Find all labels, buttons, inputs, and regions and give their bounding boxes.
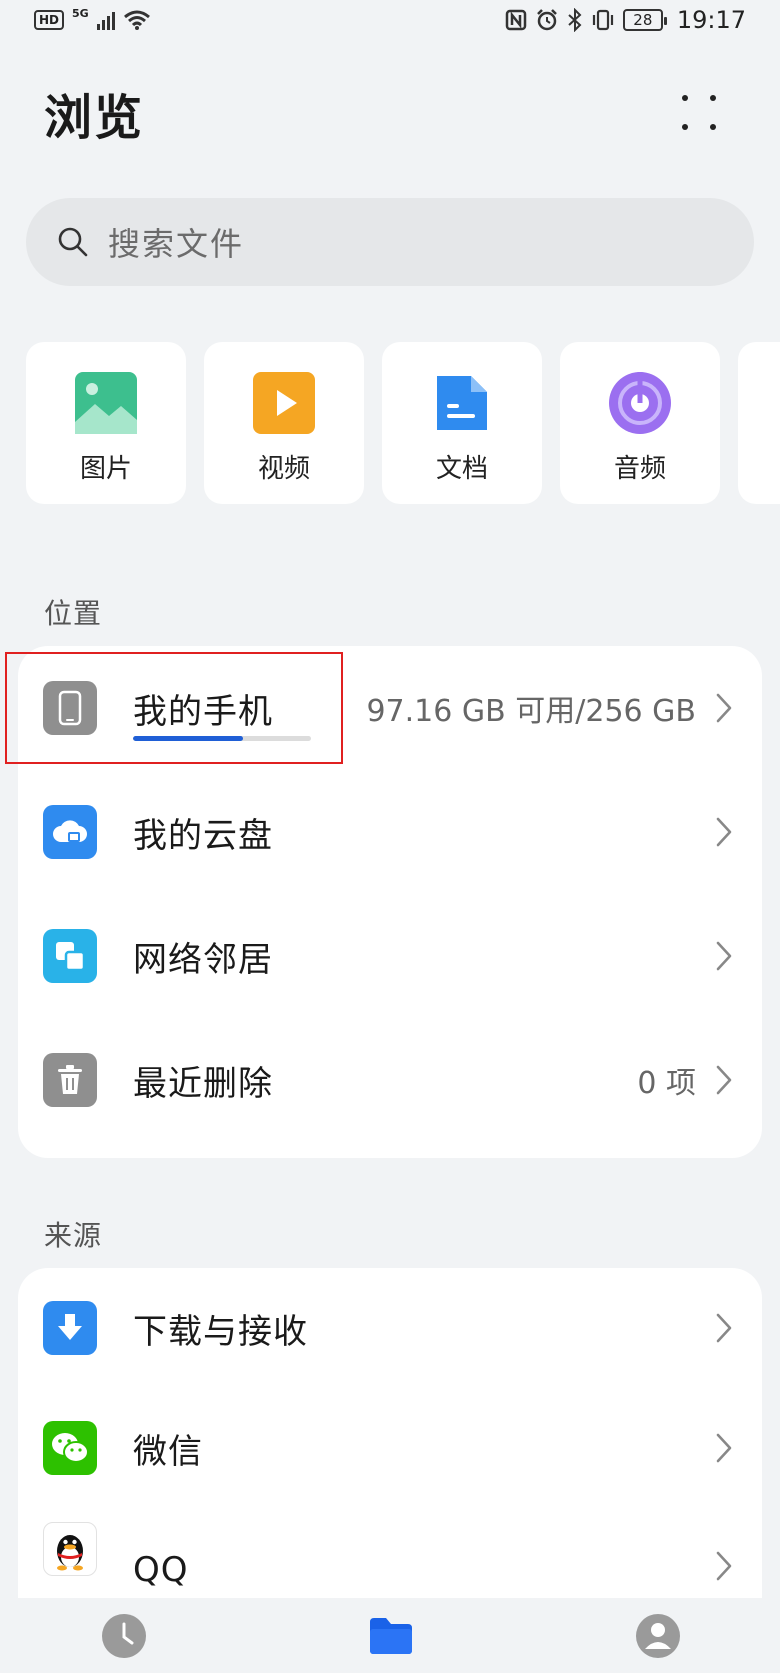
status-right: 28 19:17: [505, 6, 746, 34]
source-downloads[interactable]: 下载与接收: [18, 1268, 762, 1388]
chevron-right-icon: [716, 1065, 732, 1095]
wechat-icon: [43, 1421, 97, 1475]
item-label: 网络邻居: [133, 939, 273, 980]
section-label-sources: 来源: [44, 1219, 103, 1252]
status-left: HD 5G: [34, 6, 151, 31]
chevron-right-icon: [716, 941, 732, 971]
section-label-location: 位置: [44, 597, 103, 630]
chevron-right-icon: [716, 1313, 732, 1343]
folder-icon: [370, 1617, 412, 1654]
hd-badge: HD: [34, 10, 65, 30]
dot: [682, 124, 688, 130]
storage-usage-bar: [133, 736, 311, 741]
document-icon: [437, 376, 487, 430]
deleted-count: 0 项: [637, 1066, 696, 1101]
item-label: 最近删除: [133, 1063, 273, 1104]
image-icon: [75, 372, 137, 434]
category-row: 图片 视频 文档 音频: [26, 342, 780, 504]
download-icon: [43, 1301, 97, 1355]
search-icon: [58, 227, 88, 257]
alarm-icon: [536, 9, 557, 31]
page-title: 浏览: [44, 90, 145, 146]
item-label: 下载与接收: [133, 1311, 308, 1352]
category-more[interactable]: [738, 342, 780, 504]
category-label: 音频: [613, 454, 666, 484]
phone-icon: [43, 681, 97, 735]
cloud-icon: [43, 805, 97, 859]
trash-icon: [43, 1053, 97, 1107]
bluetooth-icon: [568, 8, 582, 32]
bottom-navigation: [0, 1598, 780, 1673]
user-icon: [636, 1613, 680, 1658]
category-videos[interactable]: 视频: [204, 342, 364, 504]
item-label: QQ: [133, 1550, 189, 1590]
source-wechat[interactable]: 微信: [18, 1388, 762, 1508]
clock-icon: [102, 1613, 146, 1658]
chevron-right-icon: [716, 1551, 732, 1581]
network-icon: [43, 929, 97, 983]
nfc-icon: [505, 9, 527, 31]
dot: [710, 95, 716, 101]
audio-icon: [609, 372, 671, 434]
location-my-phone[interactable]: 我的手机 97.16 GB 可用/256 GB: [18, 646, 762, 770]
nav-browse[interactable]: [367, 1612, 415, 1660]
dot: [682, 95, 688, 101]
search-placeholder: 搜索文件: [108, 225, 245, 263]
item-label: 我的手机: [133, 691, 273, 732]
sources-card: 下载与接收 微信 QQ: [18, 1268, 762, 1608]
battery-icon: 28: [622, 9, 667, 31]
location-my-cloud[interactable]: 我的云盘: [18, 770, 762, 894]
signal-icon: [96, 10, 115, 30]
qq-icon: [43, 1522, 97, 1576]
category-documents[interactable]: 文档: [382, 342, 542, 504]
storage-info: 97.16 GB 可用/256 GB: [366, 694, 696, 729]
wifi-icon: [123, 10, 150, 30]
category-images[interactable]: 图片: [26, 342, 186, 504]
search-input[interactable]: 搜索文件: [26, 198, 754, 286]
video-icon: [253, 372, 315, 434]
item-label: 我的云盘: [133, 815, 273, 856]
category-audio[interactable]: 音频: [560, 342, 720, 504]
chevron-right-icon: [716, 817, 732, 847]
category-label: 文档: [435, 454, 488, 484]
chevron-right-icon: [716, 693, 732, 723]
location-card: 我的手机 97.16 GB 可用/256 GB 我的云盘 网络邻居 最近删除 0…: [18, 646, 762, 1158]
chevron-right-icon: [716, 1433, 732, 1463]
nav-profile[interactable]: [634, 1612, 682, 1660]
item-label: 微信: [133, 1431, 203, 1472]
location-network-neighborhood[interactable]: 网络邻居: [18, 894, 762, 1018]
location-recently-deleted[interactable]: 最近删除 0 项: [18, 1018, 762, 1142]
vibrate-icon: [592, 9, 613, 31]
network-type: 5G: [72, 6, 89, 20]
more-options-button[interactable]: [672, 88, 722, 138]
nav-recent[interactable]: [100, 1612, 148, 1660]
status-bar: HD 5G 28 19:17: [0, 0, 780, 40]
dot: [710, 124, 716, 130]
source-qq[interactable]: QQ: [18, 1508, 762, 1608]
status-time: 19:17: [676, 6, 746, 34]
category-label: 视频: [257, 454, 310, 484]
category-label: 图片: [79, 454, 132, 484]
storage-usage-fill: [133, 736, 244, 741]
